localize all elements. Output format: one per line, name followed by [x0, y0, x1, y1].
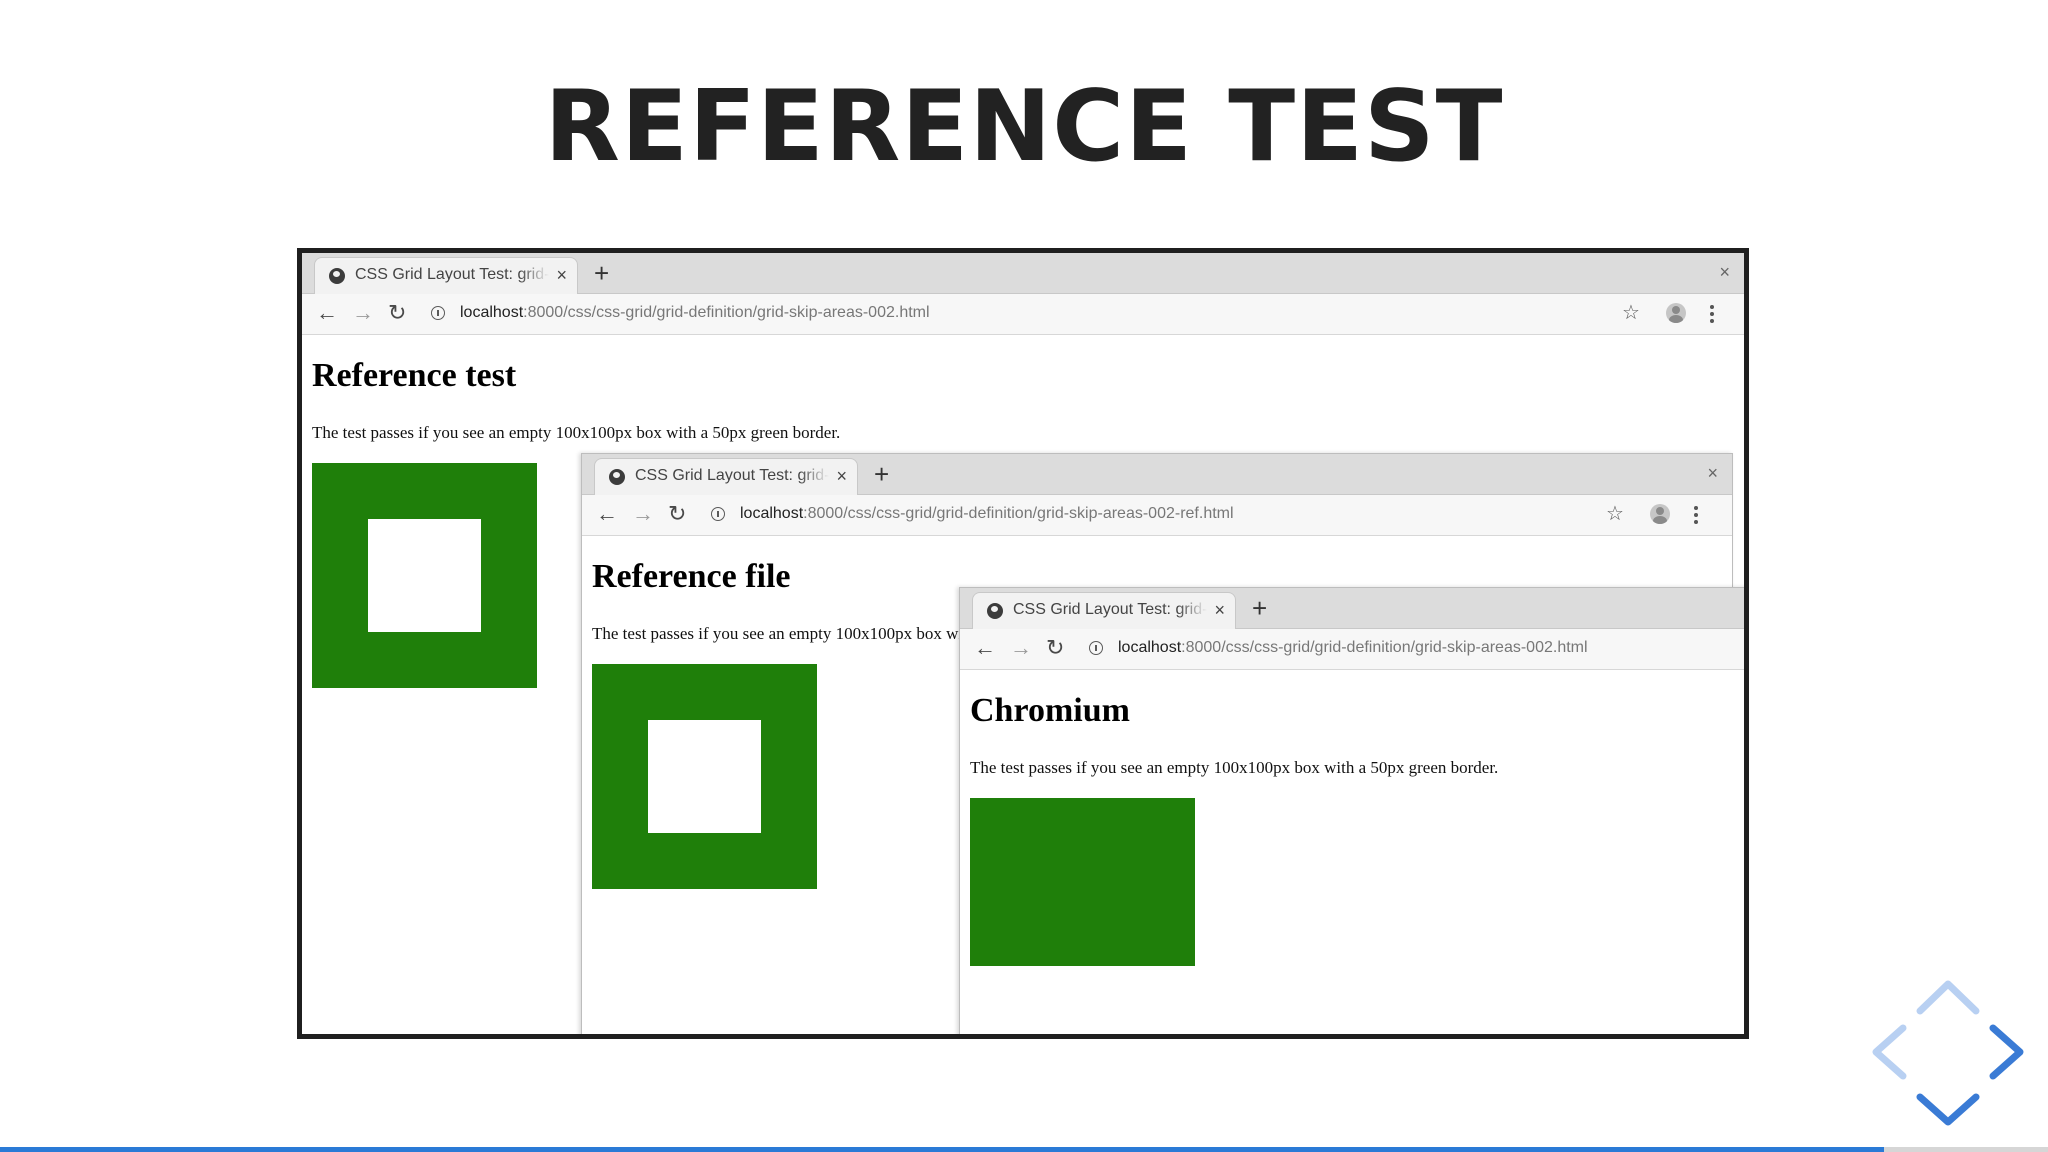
back-arrow-icon[interactable]: ←: [974, 636, 996, 660]
tab-strip: CSS Grid Layout Test: grid-skip-areas-00…: [582, 454, 1732, 495]
forward-arrow-icon[interactable]: →: [352, 301, 374, 325]
close-icon[interactable]: ×: [1719, 261, 1730, 283]
browser-toolbar: ← → ↻ localhost:8000/css/css-grid/grid-d…: [582, 495, 1732, 536]
close-icon[interactable]: ×: [836, 466, 847, 486]
url-path: :8000/css/css-grid/grid-definition/grid-…: [1181, 639, 1588, 656]
reload-icon[interactable]: ↻: [1046, 636, 1064, 660]
more-vert-icon[interactable]: [1694, 506, 1698, 524]
browser-toolbar: ← → ↻ localhost:8000/css/css-grid/grid-d…: [302, 294, 1744, 335]
reload-icon[interactable]: ↻: [668, 502, 686, 526]
address-bar[interactable]: localhost:8000/css/css-grid/grid-definit…: [460, 304, 930, 322]
page-heading: Reference file: [592, 558, 791, 595]
box-hole: [368, 519, 481, 632]
address-bar[interactable]: localhost:8000/css/css-grid/grid-definit…: [740, 505, 1234, 523]
green-bordered-box: [592, 664, 817, 889]
more-vert-icon[interactable]: [1710, 305, 1714, 323]
close-icon[interactable]: ×: [1214, 600, 1225, 620]
forward-arrow-icon[interactable]: →: [1010, 636, 1032, 660]
green-solid-box: [970, 798, 1195, 966]
slide-progress-fill: [0, 1147, 1885, 1152]
box-hole: [648, 720, 761, 833]
plus-icon[interactable]: +: [874, 460, 889, 488]
info-icon[interactable]: [711, 507, 725, 521]
slide-navigation: [1872, 980, 2024, 1126]
browser-tab[interactable]: CSS Grid Layout Test: grid-skip-areas-00…: [314, 257, 578, 294]
tab-title: CSS Grid Layout Test: grid-skip-areas-00…: [635, 467, 829, 484]
chevron-up-icon[interactable]: [1916, 980, 1980, 1015]
globe-icon: [987, 603, 1003, 619]
page-heading: Reference test: [312, 357, 517, 394]
chevron-left-icon[interactable]: [1872, 1024, 1907, 1080]
star-icon[interactable]: ☆: [1606, 502, 1624, 526]
url-path: :8000/css/css-grid/grid-definition/grid-…: [803, 505, 1234, 522]
tab-strip: CSS Grid Layout Test: grid-skip-areas-00…: [960, 588, 1744, 629]
globe-icon: [609, 469, 625, 485]
avatar-icon[interactable]: [1666, 303, 1686, 323]
info-icon[interactable]: [431, 306, 445, 320]
reload-icon[interactable]: ↻: [388, 301, 406, 325]
info-icon[interactable]: [1089, 641, 1103, 655]
chevron-down-icon[interactable]: [1916, 1093, 1980, 1126]
url-host: localhost: [460, 304, 524, 321]
slide-title: REFERENCE TEST: [544, 70, 1504, 184]
browser-tab[interactable]: CSS Grid Layout Test: grid-skip-areas-00…: [594, 458, 858, 495]
back-arrow-icon[interactable]: ←: [316, 301, 338, 325]
address-bar[interactable]: localhost:8000/css/css-grid/grid-definit…: [1118, 639, 1588, 657]
tab-title: CSS Grid Layout Test: grid-skip-areas-00…: [355, 266, 549, 283]
page-heading: Chromium: [970, 692, 1130, 729]
url-host: localhost: [740, 505, 804, 522]
browser-window-chromium: CSS Grid Layout Test: grid-skip-areas-00…: [959, 587, 1744, 1034]
back-arrow-icon[interactable]: ←: [596, 502, 618, 526]
avatar-icon[interactable]: [1650, 504, 1670, 524]
star-icon[interactable]: ☆: [1622, 301, 1640, 325]
page-content: Chromium The test passes if you see an e…: [960, 670, 1744, 1034]
tab-title: CSS Grid Layout Test: grid-skip-areas-00…: [1013, 601, 1207, 618]
close-icon[interactable]: ×: [556, 265, 567, 285]
url-path: :8000/css/css-grid/grid-definition/grid-…: [523, 304, 930, 321]
chevron-right-icon[interactable]: [1989, 1024, 2024, 1080]
url-host: localhost: [1118, 639, 1182, 656]
tab-strip: CSS Grid Layout Test: grid-skip-areas-00…: [302, 253, 1744, 294]
close-icon[interactable]: ×: [1707, 462, 1718, 484]
browser-tab[interactable]: CSS Grid Layout Test: grid-skip-areas-00…: [972, 592, 1236, 629]
page-description: The test passes if you see an empty 100x…: [970, 758, 1499, 777]
page-description: The test passes if you see an empty 100x…: [312, 423, 841, 442]
forward-arrow-icon[interactable]: →: [632, 502, 654, 526]
globe-icon: [329, 268, 345, 284]
plus-icon[interactable]: +: [1252, 594, 1267, 622]
slide-progress-track: [0, 1147, 2048, 1152]
plus-icon[interactable]: +: [594, 259, 609, 287]
browser-toolbar: ← → ↻ localhost:8000/css/css-grid/grid-d…: [960, 629, 1744, 670]
screenshot-frame: CSS Grid Layout Test: grid-skip-areas-00…: [297, 248, 1749, 1039]
green-bordered-box: [312, 463, 537, 688]
